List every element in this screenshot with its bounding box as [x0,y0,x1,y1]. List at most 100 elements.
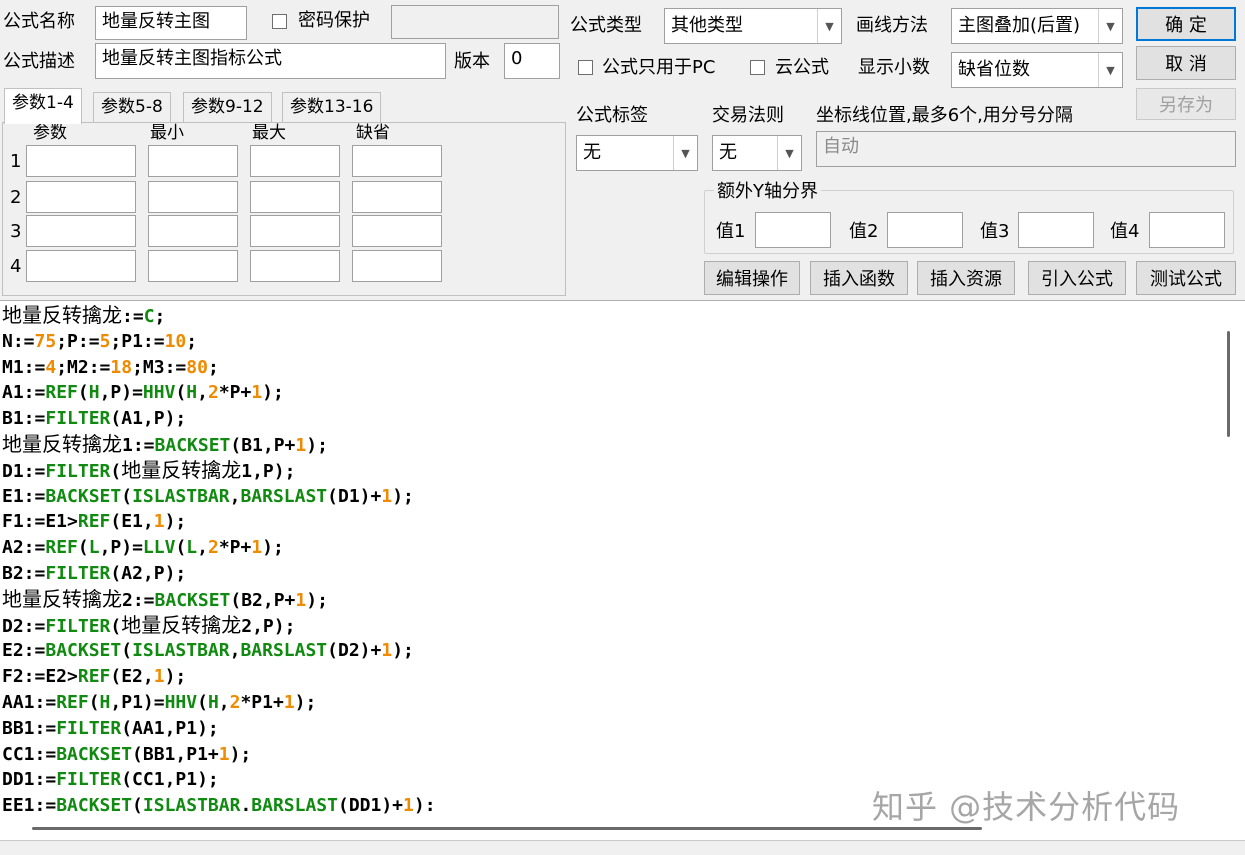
password-checkbox[interactable] [272,14,287,29]
insert-resource-button[interactable]: 插入资源 [917,261,1015,295]
formula-tag-select[interactable]: 无 ▼ [576,135,698,171]
code-number-token: 80 [186,356,208,378]
code-number-token: 2 [207,537,219,559]
param-2-max-input[interactable] [250,181,340,213]
code-text-token: ); [294,691,317,713]
code-function-token: FILTER [56,717,122,739]
code-function-token: BACKSET [56,795,133,817]
code-function-token: FILTER [56,769,122,791]
code-number-token: 10 [164,330,187,352]
version-input[interactable]: 0 [504,43,560,79]
tab-params-5-8[interactable]: 参数5-8 [93,92,171,123]
param-2-min-input[interactable] [148,181,238,213]
tab-params-1-4[interactable]: 参数1-4 [4,88,82,124]
chevron-down-icon: ▼ [673,136,697,170]
code-text-token: E2:= [2,640,46,662]
formula-type-select[interactable]: 其他类型 ▼ [664,8,842,44]
code-function-token: L [88,537,100,559]
chevron-down-icon: ▼ [1098,53,1122,87]
draw-method-select[interactable]: 主图叠加(后置) ▼ [951,8,1123,44]
horizontal-scroll-thumb[interactable] [32,827,982,830]
formula-tag-value: 无 [583,142,601,163]
code-line: M1:=4;M2:=18;M3:=80; [2,355,436,381]
param-1-default-input[interactable] [352,145,442,177]
param-3-name-input[interactable] [26,215,136,247]
param-1-name-input[interactable] [26,145,136,177]
code-function-token: HHV [142,382,176,404]
code-function-token: H [207,691,219,713]
code-line: AA1:=REF(H,P1)=HHV(H,2*P1+1); [2,690,436,716]
cloud-checkbox[interactable] [750,60,765,75]
code-text-token: ); [262,382,284,404]
param-4-name-input[interactable] [26,250,136,282]
param-2-default-input[interactable] [352,181,442,213]
code-text-token: 地量反转擒龙 [121,612,242,637]
vertical-scroll-thumb[interactable] [1227,331,1230,437]
decimal-select[interactable]: 缺省位数 ▼ [951,52,1123,88]
param-4-min-input[interactable] [148,250,238,282]
param-4-max-input[interactable] [250,250,340,282]
yaxis-val1-input[interactable] [755,212,831,248]
code-function-token: ISLASTBAR [132,640,230,662]
code-function-token: REF [77,666,111,688]
axis-position-input[interactable]: 自动 [816,131,1236,167]
yaxis-val3-input[interactable] [1018,212,1094,248]
code-number-token: 1 [218,743,230,765]
vertical-scrollbar[interactable] [1216,301,1245,830]
code-text-token: 1,P); [241,460,296,482]
param-1-min-input[interactable] [148,145,238,177]
code-text-token: A2:= [2,537,46,559]
ok-button[interactable]: 确 定 [1136,7,1236,41]
code-text-token: ); [392,485,414,507]
code-number-token: 1 [283,691,295,713]
code-function-token: ISLASTBAR [142,795,241,817]
tab-params-13-16[interactable]: 参数13-16 [282,92,382,123]
param-row-2-label: 2 [10,187,22,208]
code-number-token: 75 [34,330,57,352]
code-number-token: 1 [403,795,414,817]
code-number-token: 1 [153,511,165,533]
code-text-token: ); [306,434,328,456]
code-text-token: 2:= [122,589,155,611]
param-row-4-label: 4 [10,256,22,277]
formula-type-value: 其他类型 [671,15,743,36]
param-header-min: 最小 [150,123,184,143]
yaxis-val2-input[interactable] [887,212,963,248]
code-line: E2:=BACKSET(ISLASTBAR,BARSLAST(D2)+1); [2,638,436,664]
code-line: N:=75;P:=5;P1:=10; [2,329,436,355]
code-text-token: ); [164,666,187,688]
formula-name-input[interactable]: 地量反转主图 [95,6,247,40]
code-function-token: HHV [164,691,198,713]
trade-rule-select[interactable]: 无 ▼ [712,135,802,171]
formula-desc-input[interactable]: 地量反转主图指标公式 [95,43,446,79]
formula-tag-label: 公式标签 [576,105,648,126]
yaxis-val3-label: 值3 [980,221,1010,242]
param-3-min-input[interactable] [148,215,238,247]
code-text-token: N:= [2,330,35,352]
param-3-default-input[interactable] [352,215,442,247]
code-number-token: 1 [295,589,307,611]
cancel-button[interactable]: 取 消 [1136,46,1236,80]
code-text-token: BB1:= [2,717,57,739]
chevron-down-icon: ▼ [777,136,801,170]
insert-function-button[interactable]: 插入函数 [810,261,908,295]
edit-ops-button[interactable]: 编辑操作 [704,261,800,295]
code-line: BB1:=FILTER(AA1,P1); [2,716,436,742]
code-function-token: H [99,691,111,713]
test-formula-button[interactable]: 测试公式 [1136,261,1236,295]
code-text-token: ;P1:= [110,330,165,352]
param-3-max-input[interactable] [250,215,340,247]
code-line: F2:=E2>REF(E2,1); [2,664,436,690]
param-2-name-input[interactable] [26,181,136,213]
tab-params-9-12[interactable]: 参数9-12 [183,92,272,123]
code-editor[interactable]: 地量反转擒龙:=C; N:=75;P:=5;P1:=10; M1:=4;M2:=18… [0,300,1245,830]
code-text-token: ( [88,691,100,713]
param-1-max-input[interactable] [250,145,340,177]
import-formula-button[interactable]: 引入公式 [1028,261,1126,295]
param-4-default-input[interactable] [352,250,442,282]
code-text-token: ( [110,460,122,482]
yaxis-val4-input[interactable] [1149,212,1225,248]
pc-only-checkbox[interactable] [578,60,593,75]
code-content[interactable]: 地量反转擒龙:=C; N:=75;P:=5;P1:=10; M1:=4;M2:=18… [2,303,436,819]
axis-position-label: 坐标线位置,最多6个,用分号分隔 [816,105,1073,126]
